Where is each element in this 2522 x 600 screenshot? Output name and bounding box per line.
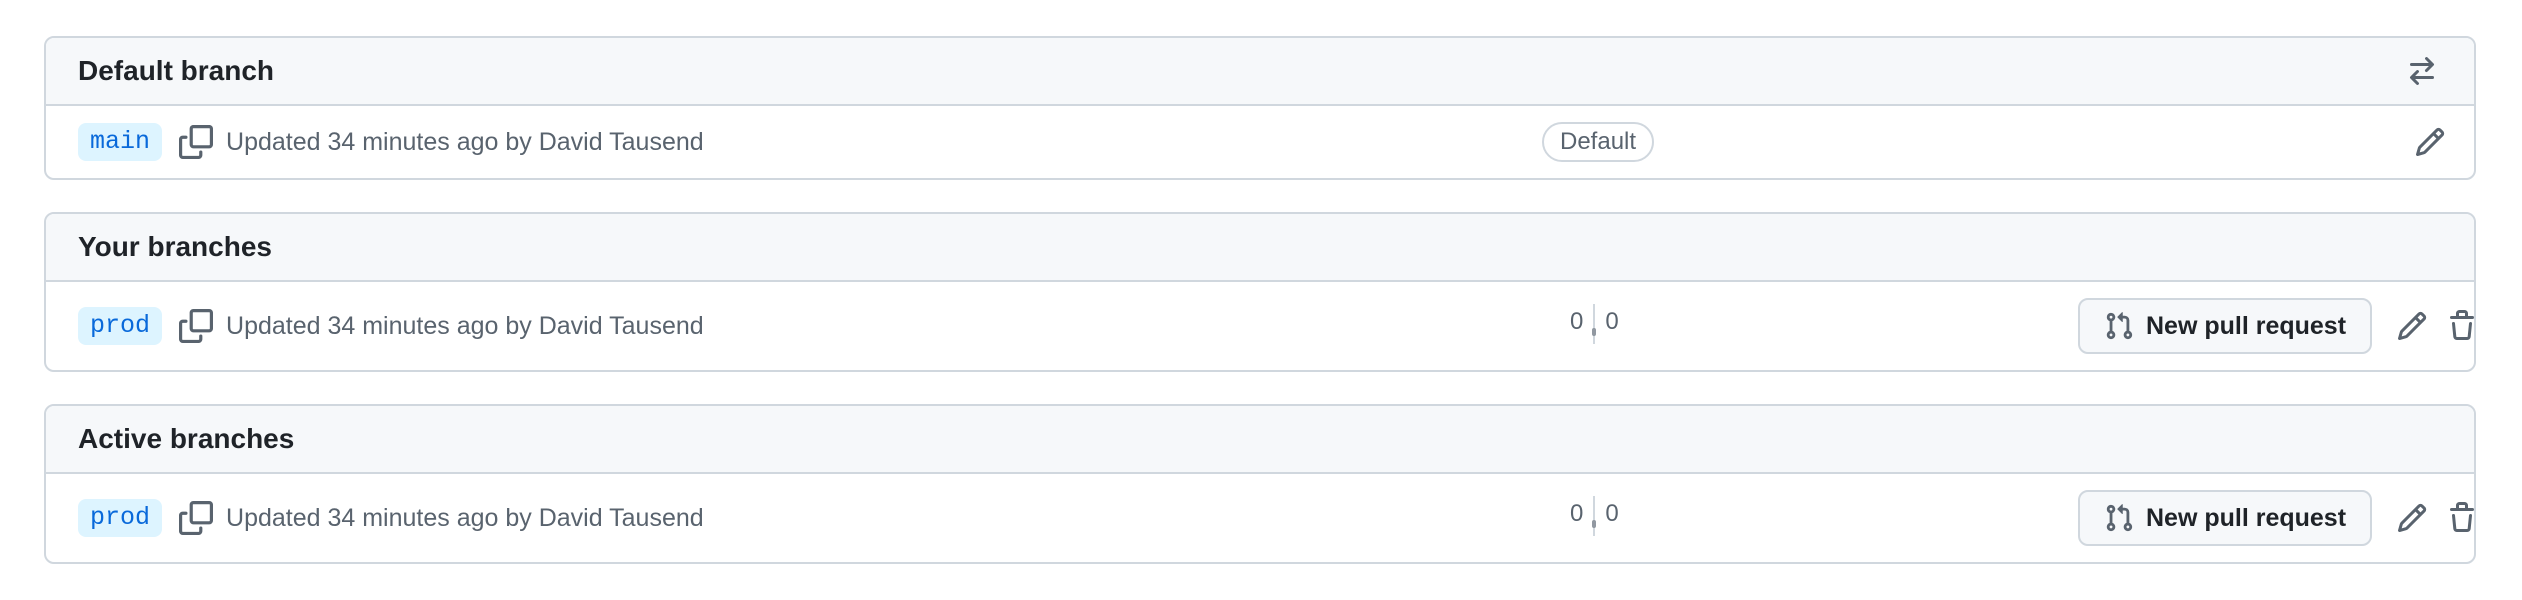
pencil-icon[interactable]	[2392, 306, 2432, 346]
ahead-behind-divider	[1592, 496, 1597, 536]
new-pull-request-label: New pull request	[2146, 503, 2347, 532]
default-badge: Default	[1542, 122, 1655, 162]
pencil-icon[interactable]	[2410, 122, 2450, 162]
copy-icon[interactable]	[178, 500, 214, 536]
pencil-icon[interactable]	[2392, 498, 2432, 538]
new-pull-request-button[interactable]: New pull request	[2078, 490, 2373, 546]
trash-icon[interactable]	[2442, 306, 2474, 346]
branch-name-link[interactable]: prod	[78, 499, 163, 537]
section-header: Default branch	[46, 38, 2474, 106]
branch-name-link[interactable]: prod	[78, 307, 163, 345]
ahead-behind-counter: 0 0	[1570, 304, 1619, 344]
ahead-behind-divider	[1592, 304, 1597, 344]
new-pull-request-label: New pull request	[2146, 311, 2347, 340]
pull-request-icon	[2106, 504, 2133, 532]
new-pull-request-button[interactable]: New pull request	[2078, 298, 2373, 354]
section-title: Active branches	[78, 423, 295, 454]
branch-updated-meta: Updated 34 minutes ago by David Tausend	[226, 127, 704, 156]
copy-icon[interactable]	[178, 308, 214, 344]
section-header: Active branches	[46, 406, 2474, 474]
branches-page: Default branch main Updated 34 minutes a…	[0, 0, 2522, 600]
default-branch-section: Default branch main Updated 34 minutes a…	[44, 36, 2476, 180]
branch-updated-meta: Updated 34 minutes ago by David Tausend	[226, 503, 704, 532]
your-branches-section: Your branches prod Updated 34 minutes ag…	[44, 212, 2476, 372]
ahead-count: 0	[1605, 308, 1619, 335]
ahead-count: 0	[1605, 500, 1619, 527]
pull-request-icon	[2106, 312, 2133, 340]
behind-count: 0	[1570, 500, 1584, 527]
branch-row: main Updated 34 minutes ago by David Tau…	[46, 106, 2474, 178]
copy-icon[interactable]	[178, 124, 214, 160]
trash-icon[interactable]	[2442, 498, 2474, 538]
branch-row: prod Updated 34 minutes ago by David Tau…	[46, 474, 2474, 562]
behind-count: 0	[1570, 308, 1584, 335]
branch-row: prod Updated 34 minutes ago by David Tau…	[46, 282, 2474, 370]
section-title: Your branches	[78, 231, 272, 262]
section-header: Your branches	[46, 214, 2474, 282]
ahead-behind-counter: 0 0	[1570, 496, 1619, 536]
switch-arrows-icon[interactable]	[2402, 51, 2442, 91]
section-title: Default branch	[78, 55, 275, 86]
branch-updated-meta: Updated 34 minutes ago by David Tausend	[226, 311, 704, 340]
active-branches-section: Active branches prod Updated 34 minutes …	[44, 404, 2476, 564]
branch-name-link[interactable]: main	[78, 123, 163, 161]
